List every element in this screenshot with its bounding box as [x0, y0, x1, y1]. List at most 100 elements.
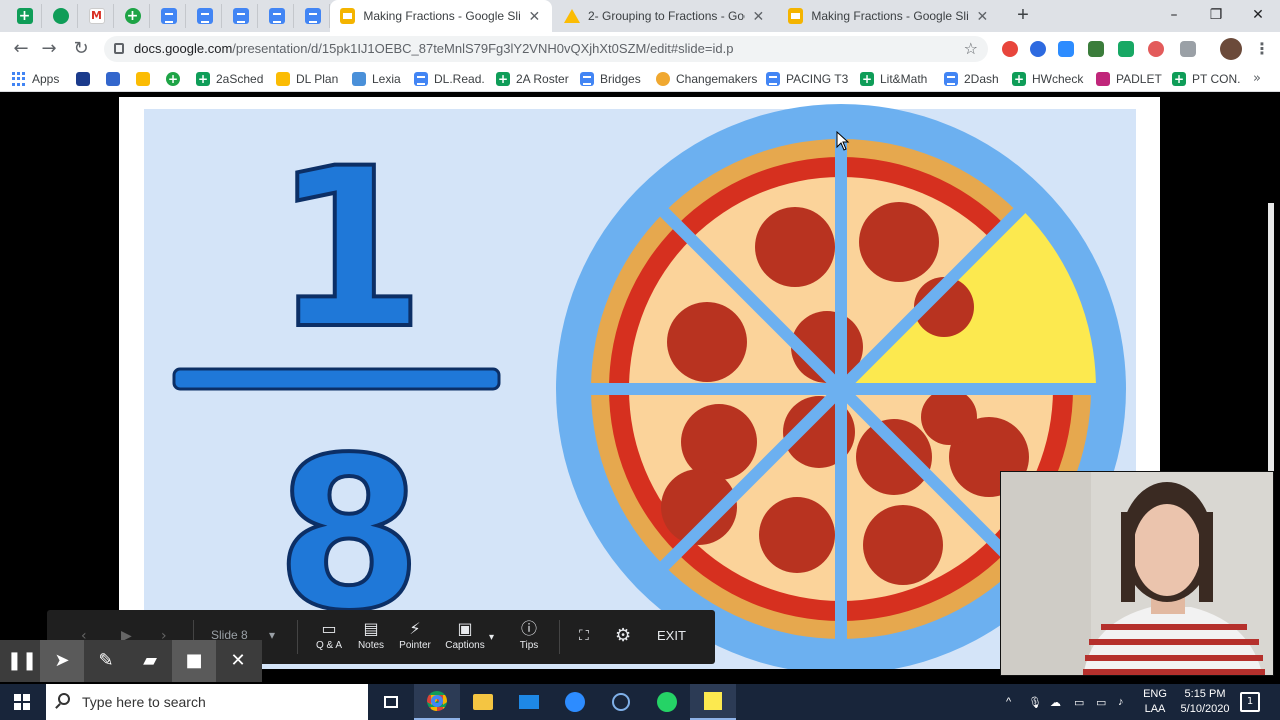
pinned-tab-docs-1[interactable] [152, 4, 186, 28]
tab-making-fractions-active[interactable]: Making Fractions - Google Slides ✕ [330, 0, 552, 32]
bookmark-lexia[interactable]: Lexia [352, 69, 401, 89]
forward-button[interactable]: → [36, 36, 62, 62]
chrome-taskbar-icon[interactable] [414, 684, 460, 720]
captions-label: Captions [445, 640, 485, 651]
tab-title: Making Fractions - Google Slides [811, 9, 969, 23]
cursor-icon[interactable]: ➤ [40, 640, 84, 682]
onedrive-icon[interactable]: ☁ [1050, 684, 1061, 720]
lock-icon [114, 43, 124, 54]
bookmark-pt-con[interactable]: PT CON. [1172, 69, 1240, 89]
input-language[interactable]: ENG LAA [1140, 687, 1170, 717]
file-explorer-icon[interactable] [460, 684, 506, 720]
bookmark-dl-read[interactable]: DL.Read. [414, 69, 485, 89]
sheets-icon [496, 72, 510, 86]
mail-icon[interactable] [506, 684, 552, 720]
highlighter-icon[interactable]: ▰ [128, 640, 172, 682]
zoom-extension-icon[interactable] [1058, 41, 1074, 57]
restore-button[interactable]: ❐ [1196, 4, 1236, 26]
more-bookmarks-icon[interactable]: » [1253, 69, 1261, 89]
sticky-notes-icon[interactable] [690, 684, 736, 720]
clock-time: 5:15 PM [1184, 688, 1226, 700]
bookmark-classroom[interactable]: + [166, 69, 186, 89]
settings-gear-icon[interactable]: ⚙ [615, 626, 631, 646]
minimize-button[interactable]: – [1154, 4, 1194, 26]
pinned-tab-classroom[interactable]: + [116, 4, 150, 28]
bookmark-contacts[interactable] [106, 69, 126, 89]
bookmark-2asched[interactable]: 2aSched [196, 69, 263, 89]
volume-icon[interactable]: ♪ [1118, 684, 1124, 720]
bookmark-hwcheck[interactable]: HWcheck [1012, 69, 1083, 89]
docs-icon [766, 72, 780, 86]
address-bar[interactable]: docs.google.com/presentation/d/15pk1IJ1O… [104, 36, 988, 62]
browser-menu-icon[interactable]: ⋮ [1254, 36, 1270, 62]
notifications-icon[interactable]: 1 [1240, 692, 1260, 712]
pinned-tab-docs-3[interactable] [224, 4, 258, 28]
notes-button[interactable]: ▤ Notes [347, 618, 395, 651]
camera-icon[interactable]: ■ [172, 640, 216, 682]
pointer-button[interactable]: ⚡ Pointer [391, 618, 439, 651]
tab-making-fractions-2[interactable]: Making Fractions - Google Slides ✕ [778, 0, 1000, 32]
vpn-icon[interactable] [598, 684, 644, 720]
close-tab-icon[interactable]: ✕ [527, 8, 542, 25]
webcam-video [1000, 471, 1274, 676]
pinned-tab-docs-2[interactable] [188, 4, 222, 28]
tab-strip: M + Making Fractions - Google Slides ✕ 2… [0, 0, 1280, 32]
add-icon: + [124, 8, 141, 24]
bookmark-drive[interactable] [136, 69, 156, 89]
close-tab-icon[interactable]: ✕ [975, 8, 990, 25]
extension-icon[interactable] [1180, 41, 1196, 57]
close-window-button[interactable]: ✕ [1238, 4, 1278, 26]
bookmark-bridges[interactable]: Bridges [580, 69, 641, 89]
pinned-tab-docs-5[interactable] [296, 4, 330, 28]
meet-now-icon[interactable]: ▭ [1074, 684, 1084, 720]
tab-grouping-fractions[interactable]: 2- Grouping to Fractions - Goog ✕ [554, 0, 776, 32]
bookmark-dl-plan[interactable]: DL Plan [276, 69, 338, 89]
whatsapp-icon[interactable] [644, 684, 690, 720]
pen-icon[interactable]: ✎ [84, 640, 128, 682]
close-tab-icon[interactable]: ✕ [751, 8, 766, 25]
system-clock[interactable]: 5:15 PM 5/10/2020 [1172, 687, 1238, 717]
pepperoni [759, 497, 835, 573]
bookmark-lit-math[interactable]: Lit&Math [860, 69, 927, 89]
pepperoni [755, 207, 835, 287]
profile-avatar[interactable] [1220, 38, 1242, 60]
extension-icon[interactable] [1088, 41, 1104, 57]
show-hidden-icons[interactable]: ^ [1006, 684, 1011, 720]
windows-start-icon[interactable] [14, 694, 30, 710]
pinned-tab-sheets[interactable] [8, 4, 42, 28]
bookmark-star-icon[interactable]: ☆ [964, 36, 978, 62]
qa-button[interactable]: ▭ Q & A [305, 618, 353, 651]
network-icon[interactable]: ▭ [1096, 684, 1106, 720]
reload-button[interactable]: ↻ [68, 36, 94, 62]
zoom-icon[interactable] [552, 684, 598, 720]
extension-close-icon[interactable] [1030, 41, 1046, 57]
taskbar-search-box[interactable]: Type here to search [46, 684, 368, 720]
task-view-icon[interactable] [368, 684, 414, 720]
extension-record-icon[interactable] [1002, 41, 1018, 57]
back-button[interactable]: ← [8, 36, 34, 62]
microphone-icon[interactable]: 🎙︎ [1028, 684, 1042, 720]
tips-button[interactable]: ⓘ Tips [505, 618, 553, 651]
pinned-tab-hangouts[interactable] [44, 4, 78, 28]
extension-icon[interactable] [1118, 41, 1134, 57]
bookmark-apps[interactable]: Apps [12, 69, 59, 89]
exit-button[interactable]: EXIT [657, 628, 686, 643]
close-icon[interactable]: ✕ [216, 640, 260, 682]
bookmark-2a-roster[interactable]: 2A Roster [496, 69, 569, 89]
annotation-toolbar: ❚❚ ➤ ✎ ▰ ■ ✕ [0, 640, 262, 682]
bookmark-2dash[interactable]: 2Dash [944, 69, 999, 89]
pause-icon[interactable]: ❚❚ [0, 640, 44, 682]
new-tab-button[interactable]: + [1012, 4, 1034, 26]
captions-button[interactable]: ▣ Captions [441, 618, 489, 651]
extension-icon[interactable] [1148, 41, 1164, 57]
captions-chevron-down-icon[interactable]: ▾ [489, 628, 494, 648]
pinned-tab-docs-4[interactable] [260, 4, 294, 28]
bookmark-pacing-t3[interactable]: PACING T3 [766, 69, 848, 89]
pinned-tab-gmail[interactable]: M [80, 4, 114, 28]
hangouts-icon [52, 8, 69, 24]
notes-label: Notes [357, 640, 385, 651]
bookmark-pearson[interactable] [76, 69, 96, 89]
bookmark-padlet[interactable]: PADLET [1096, 69, 1162, 89]
bookmark-changemakers[interactable]: Changemakers [656, 69, 757, 89]
fullscreen-icon[interactable]: ⛶ [579, 626, 589, 646]
